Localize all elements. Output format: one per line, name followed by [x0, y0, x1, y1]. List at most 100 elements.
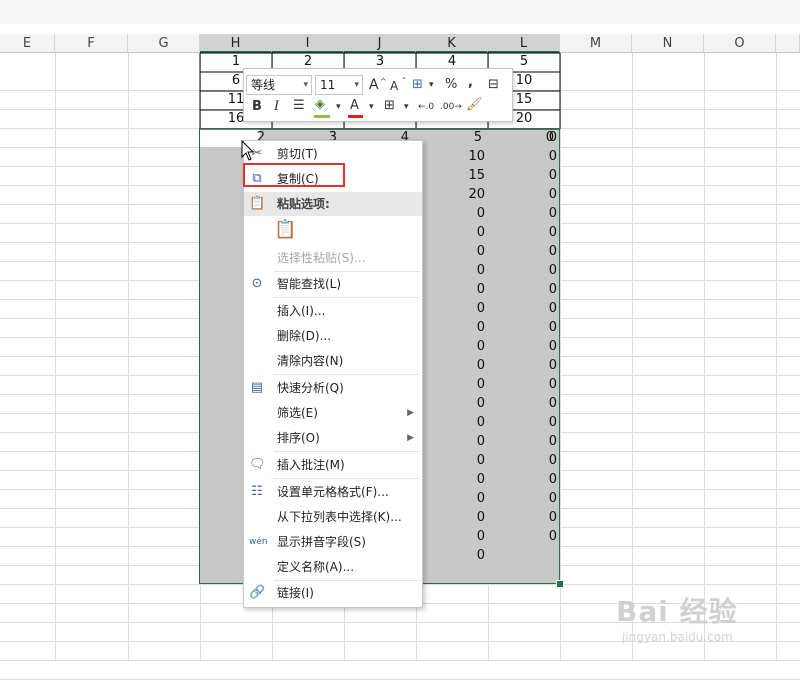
align-center-icon[interactable]: ☰	[293, 97, 305, 115]
mouse-cursor-icon	[241, 140, 255, 161]
smart-lookup-icon: ⊙	[251, 276, 263, 291]
menu-item-label: 插入(I)...	[277, 304, 326, 318]
chevron-down-icon: ▾	[303, 80, 308, 90]
paste-icon: 📋	[249, 196, 266, 211]
menu-item-link[interactable]: 🔗 链接(I)	[244, 581, 422, 605]
borders-icon[interactable]: ⊞	[384, 97, 395, 115]
link-icon: 🔗	[249, 585, 266, 600]
column-header-j[interactable]: J	[344, 34, 416, 53]
caret-up-icon: ^	[380, 77, 387, 86]
table-cell[interactable]: 4	[422, 54, 482, 69]
menu-item-label: 链接(I)	[277, 586, 314, 600]
increase-font-button[interactable]: A	[369, 76, 379, 94]
format-painter-icon[interactable]: 🖌	[466, 96, 483, 114]
column-header-k[interactable]: K	[416, 34, 488, 53]
comma-button[interactable]: ,	[468, 74, 473, 92]
menu-item-label: 从下拉列表中选择(K)...	[277, 510, 402, 524]
menu-separator	[274, 297, 420, 298]
column-header-o[interactable]: O	[704, 34, 776, 53]
menu-item-insert-comment[interactable]: 🗨 插入批注(M)	[244, 453, 422, 477]
menu-item-label: 粘贴选项:	[277, 197, 330, 211]
menu-section-paste-options: 📋 粘贴选项:	[244, 192, 422, 216]
menu-item-show-phonetic[interactable]: wén 显示拼音字段(S)	[244, 530, 422, 554]
column-header-h[interactable]: H	[200, 34, 272, 53]
menu-item-label: 清除内容(N)	[277, 354, 344, 368]
italic-button[interactable]: I	[274, 98, 279, 116]
font-color-icon[interactable]: A	[350, 97, 359, 115]
menu-separator	[274, 478, 420, 479]
table-cell[interactable]: 3	[350, 54, 410, 69]
font-name-value: 等线	[251, 78, 276, 92]
grid-row-line	[0, 642, 800, 661]
mini-toolbar: 等线 ▾ 11 ▾ A ^ A ˇ ⊞ ▾ % , ⊟ B I ☰ ◈ ▾ A …	[243, 68, 513, 122]
merge-center-icon[interactable]: ⊟	[488, 76, 499, 94]
column-header-i[interactable]: I	[272, 34, 344, 53]
bold-button[interactable]: B	[252, 98, 262, 116]
menu-item-quick-analysis[interactable]: ▤ 快速分析(Q)	[244, 376, 422, 400]
table-cell[interactable]: 5	[494, 54, 554, 69]
menu-separator	[274, 374, 420, 375]
submenu-arrow-icon: ▶	[407, 408, 414, 418]
decrease-font-button[interactable]: A	[390, 77, 398, 95]
menu-item-define-name[interactable]: 定义名称(A)...	[244, 555, 422, 579]
menu-item-paste-special[interactable]: 选择性粘贴(S)...	[244, 246, 422, 270]
chevron-down-icon: ▾	[354, 80, 359, 90]
font-size-value: 11	[320, 78, 336, 92]
fill-color-swatch	[314, 115, 330, 118]
comment-icon: 🗨	[249, 457, 266, 472]
paste-option-icon[interactable]: 📋	[274, 219, 296, 243]
menu-item-smart-lookup[interactable]: ⊙ 智能查找(L)	[244, 272, 422, 296]
copy-highlight-box	[243, 163, 345, 187]
menu-item-label: 快速分析(Q)	[277, 381, 344, 395]
chevron-down-icon: ▾	[336, 102, 341, 112]
fill-color-icon[interactable]: ◈	[315, 96, 325, 114]
fill-handle[interactable]	[556, 580, 564, 588]
menu-item-insert[interactable]: 插入(I)...	[244, 299, 422, 323]
table-cell[interactable]: 1	[206, 54, 266, 69]
grid-row-line	[0, 661, 800, 680]
font-name-box[interactable]: 等线 ▾	[246, 75, 312, 95]
chevron-down-icon: ▾	[429, 80, 434, 90]
percent-button[interactable]: %	[445, 76, 457, 94]
chevron-down-icon: ▾	[369, 102, 374, 112]
caret-down-icon: ˇ	[402, 77, 406, 86]
font-size-box[interactable]: 11 ▾	[315, 75, 363, 95]
menu-item-label: 设置单元格格式(F)...	[277, 485, 389, 499]
menu-item-format-cells[interactable]: ☷ 设置单元格格式(F)...	[244, 480, 422, 504]
menu-item-pick-from-list[interactable]: 从下拉列表中选择(K)...	[244, 505, 422, 529]
column-header-m[interactable]: M	[560, 34, 632, 53]
menu-item-clear-contents[interactable]: 清除内容(N)	[244, 349, 422, 373]
menu-item-delete[interactable]: 删除(D)...	[244, 324, 422, 348]
menu-item-filter[interactable]: 筛选(E) ▶	[244, 401, 422, 425]
column-header-p[interactable]	[776, 34, 800, 53]
column-header-g[interactable]: G	[128, 34, 200, 53]
menu-item-label: 智能查找(L)	[277, 277, 342, 291]
increase-decimal-icon[interactable]: ←.0	[418, 98, 434, 116]
table-cell[interactable]: 2	[278, 54, 338, 69]
font-color-swatch	[348, 115, 363, 118]
column-header-l[interactable]: L	[488, 34, 560, 53]
decrease-decimal-icon[interactable]: .00→	[440, 98, 462, 116]
submenu-arrow-icon: ▶	[407, 433, 414, 443]
column-header-n[interactable]: N	[632, 34, 704, 53]
context-menu: ✂ 剪切(T) ⧉ 复制(C) 📋 粘贴选项: 📋 选择性粘贴(S)... ⊙ …	[243, 140, 423, 608]
chevron-down-icon: ▾	[404, 102, 409, 112]
menu-item-label: 插入批注(M)	[277, 458, 345, 472]
formula-bar-area	[0, 0, 800, 24]
quick-analysis-icon: ▤	[250, 380, 264, 395]
format-cells-icon: ☷	[251, 484, 263, 499]
menu-item-label: 显示拼音字段(S)	[277, 535, 366, 549]
menu-item-label: 筛选(E)	[277, 406, 318, 420]
menu-separator	[274, 451, 420, 452]
column-header-f[interactable]: F	[55, 34, 128, 53]
phonetic-icon: wén	[249, 537, 268, 547]
menu-item-label: 删除(D)...	[277, 329, 332, 343]
menu-item-sort[interactable]: 排序(O) ▶	[244, 426, 422, 450]
menu-item-label: 排序(O)	[277, 431, 320, 445]
watermark-logo: Bai 经验	[616, 595, 738, 628]
menu-item-label: 定义名称(A)...	[277, 560, 355, 574]
column-header-e[interactable]: E	[0, 34, 55, 53]
menu-item-label: 选择性粘贴(S)...	[277, 251, 366, 265]
watermark-url: jingyan.baidu.com	[622, 630, 733, 644]
number-format-icon[interactable]: ⊞	[412, 76, 423, 94]
